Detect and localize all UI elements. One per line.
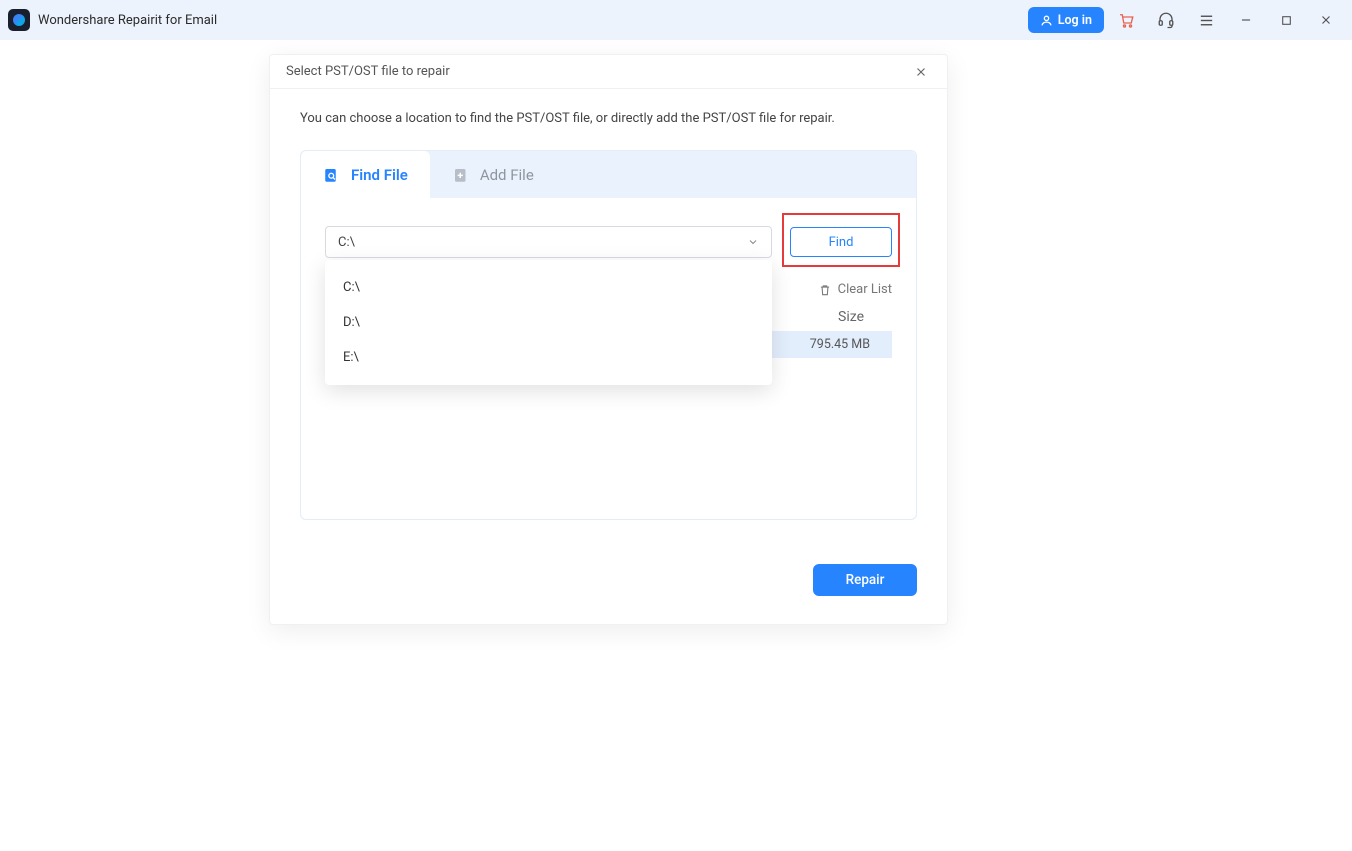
repair-button[interactable]: Repair [813,564,917,596]
select-file-dialog: Select PST/OST file to repair You can ch… [269,54,948,625]
close-window-button[interactable] [1308,2,1344,38]
trash-icon [818,283,832,297]
dialog-header: Select PST/OST file to repair [270,55,947,89]
menu-icon[interactable] [1188,2,1224,38]
clear-list-button[interactable]: Clear List [818,282,892,297]
user-icon [1040,14,1053,27]
tab-content: C:\ Find [301,198,916,386]
headset-icon[interactable] [1148,2,1184,38]
find-button[interactable]: Find [790,227,892,257]
maximize-button[interactable] [1268,2,1304,38]
add-file-icon [452,166,470,184]
minimize-button[interactable] [1228,2,1264,38]
drive-option-d[interactable]: D:\ [325,305,772,340]
app-logo-icon [8,9,30,31]
main-area: Select PST/OST file to repair You can ch… [0,40,1352,851]
drive-option-e[interactable]: E:\ [325,340,772,375]
tab-find-file[interactable]: Find File [301,151,430,198]
search-file-icon [323,166,341,184]
intro-text: You can choose a location to find the PS… [300,111,917,126]
file-panel: Find File Add File C:\ [300,150,917,520]
titlebar-left: Wondershare Repairit for Email [8,9,217,31]
titlebar: Wondershare Repairit for Email Log in [0,0,1352,40]
cart-icon[interactable] [1108,2,1144,38]
drive-row: C:\ Find [325,226,892,258]
dialog-title: Select PST/OST file to repair [286,64,450,79]
dialog-body: You can choose a location to find the PS… [270,89,947,536]
login-button[interactable]: Log in [1028,7,1104,33]
app-title: Wondershare Repairit for Email [38,13,217,28]
tab-add-file[interactable]: Add File [430,151,556,198]
close-icon[interactable] [911,62,931,82]
login-label: Log in [1058,13,1092,28]
tab-find-label: Find File [351,166,408,184]
drive-dropdown: C:\ D:\ E:\ [325,260,772,385]
chevron-down-icon [747,236,759,248]
drive-selected-value: C:\ [338,235,355,250]
drive-select[interactable]: C:\ [325,226,772,258]
clear-list-label: Clear List [838,282,892,297]
drive-option-c[interactable]: C:\ [325,270,772,305]
tabs: Find File Add File [301,151,916,198]
find-button-wrap: Find [790,227,892,257]
dialog-footer: Repair [270,536,947,624]
titlebar-right: Log in [1028,2,1344,38]
tab-add-label: Add File [480,166,534,184]
